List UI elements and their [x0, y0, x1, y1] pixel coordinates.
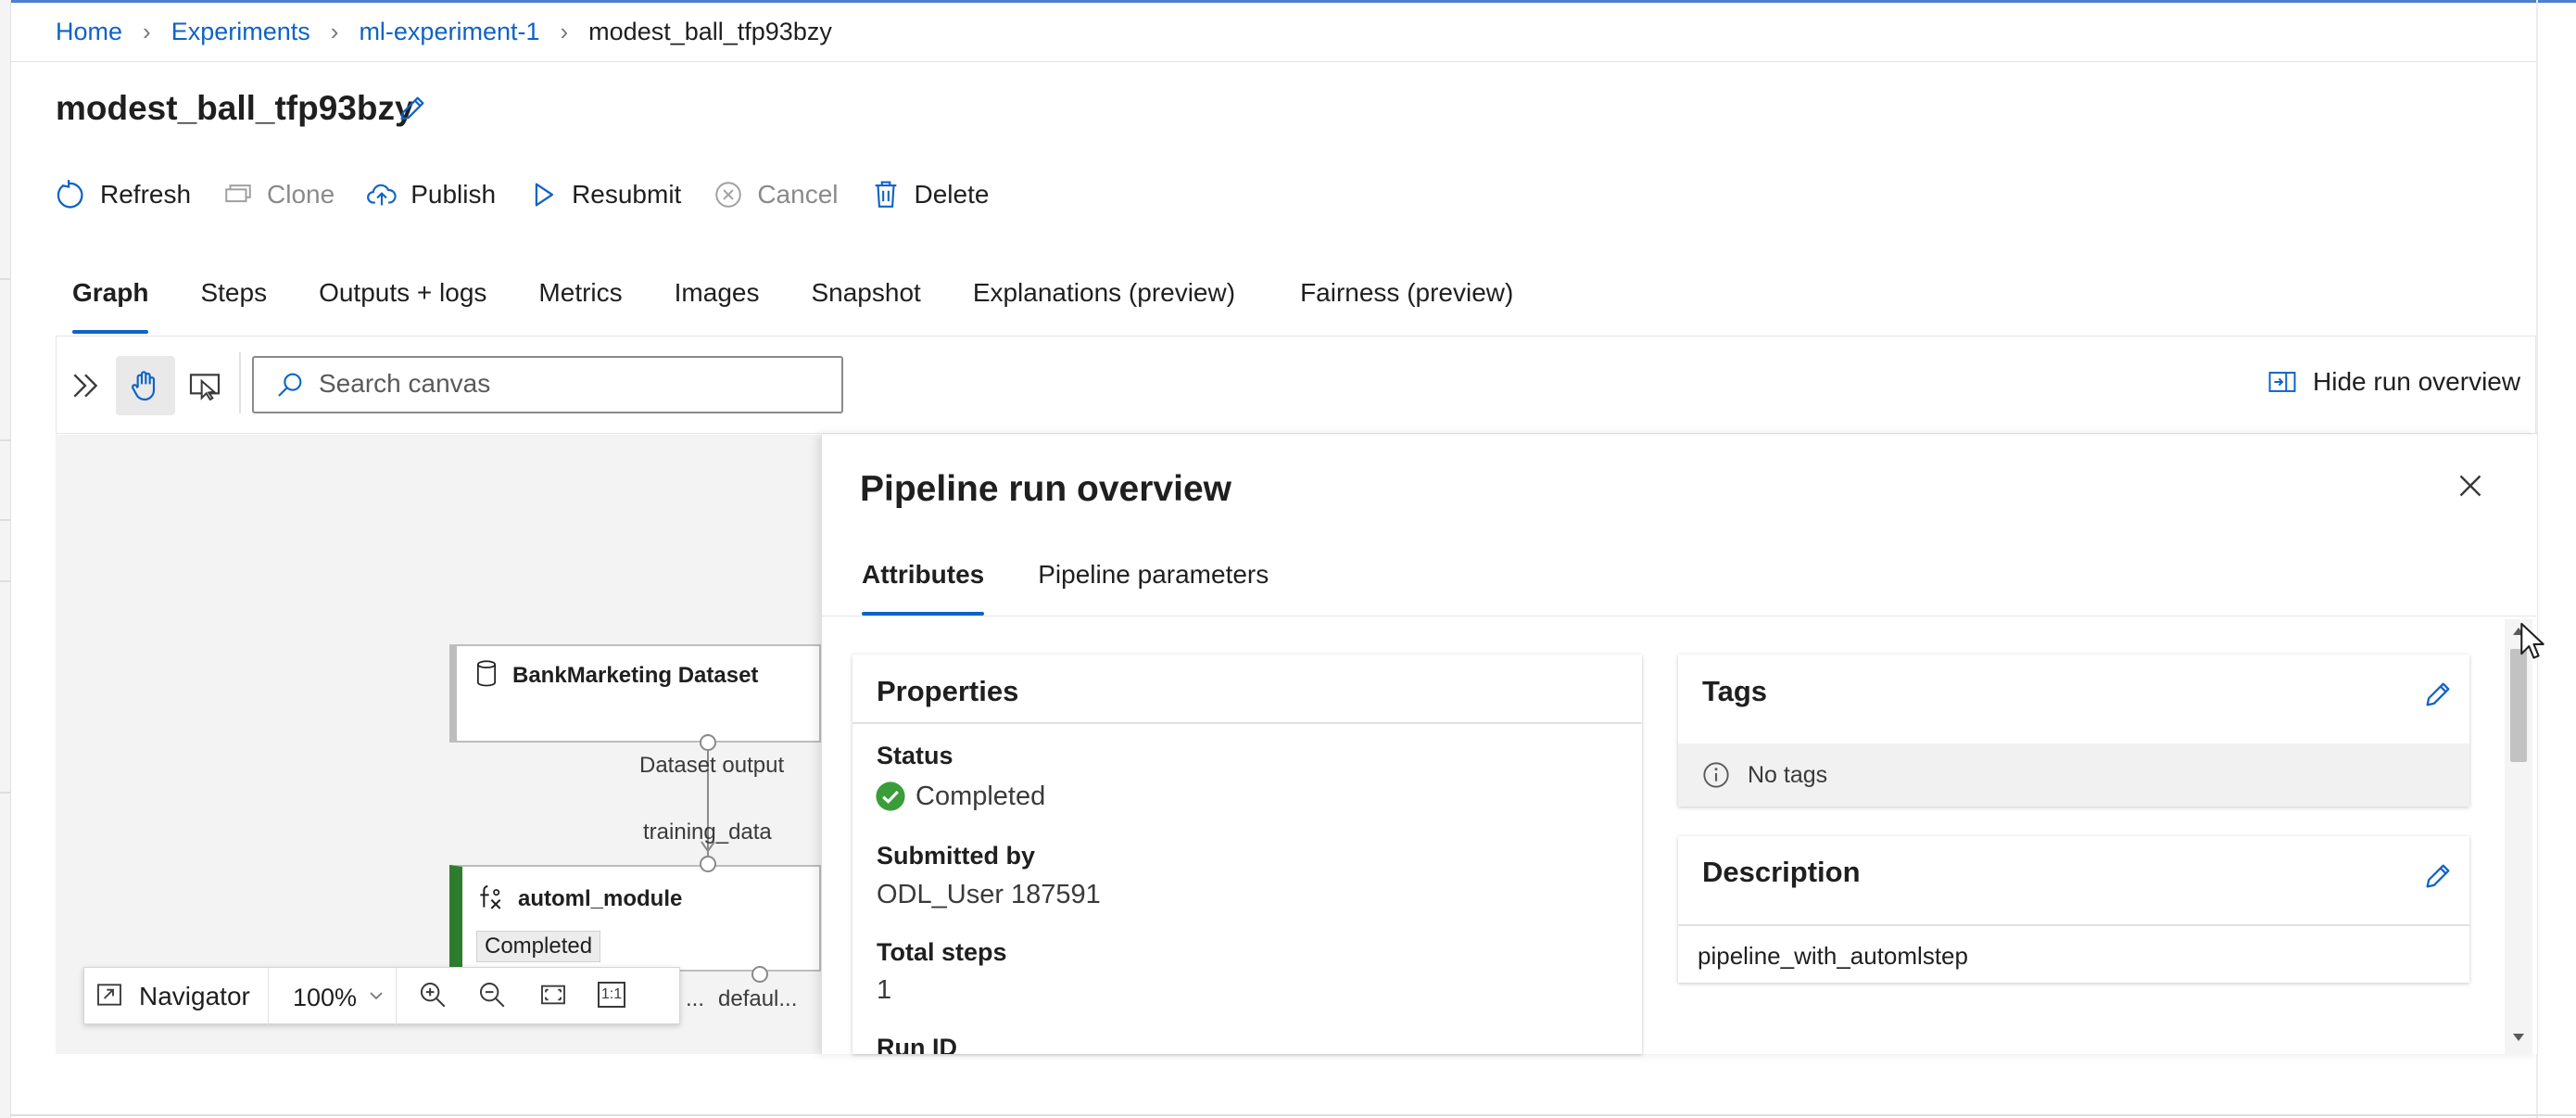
cloud-upload-icon	[367, 184, 397, 206]
cancel-label: Cancel	[757, 180, 839, 209]
tab-images[interactable]: Images	[675, 274, 760, 334]
tab-fairness[interactable]: Fairness (preview)	[1300, 274, 1513, 334]
zoom-level-select[interactable]: 100%	[293, 984, 357, 1012]
panel-scrollbar-thumb[interactable]	[2510, 649, 2527, 762]
trash-icon	[875, 181, 896, 208]
description-header: Description	[1702, 856, 1861, 888]
zoom-out-icon[interactable]	[476, 979, 508, 1010]
fit-to-screen-icon[interactable]	[537, 980, 569, 1010]
run-toolbar: Refresh Clone Publish Resubmit Cancel De…	[56, 174, 1020, 215]
properties-divider	[852, 722, 1642, 724]
submitted-by-value: ODL_User 187591	[877, 880, 1101, 909]
overview-tabs: Attributes Pipeline parameters	[862, 554, 1322, 616]
tab-outputs-logs[interactable]: Outputs + logs	[319, 274, 486, 334]
publish-button[interactable]: Publish	[366, 179, 496, 210]
automl-output-port[interactable]	[751, 966, 768, 983]
total-steps-label: Total steps	[877, 938, 1007, 966]
overview-title: Pipeline run overview	[860, 469, 1231, 509]
close-icon[interactable]	[2454, 469, 2487, 502]
tab-metrics[interactable]: Metrics	[538, 274, 622, 334]
automl-output-label-left: ...	[686, 986, 705, 1011]
clone-icon	[225, 184, 251, 203]
status-value: Completed	[915, 781, 1046, 811]
search-icon	[278, 373, 302, 397]
check-circle-icon	[876, 781, 905, 811]
actual-size-button[interactable]: 1:1	[598, 982, 625, 1008]
bottom-edge	[10, 1114, 2576, 1116]
navigator-label[interactable]: Navigator	[139, 982, 250, 1011]
no-tags-text: No tags	[1748, 762, 1828, 788]
resubmit-label: Resubmit	[572, 180, 682, 209]
breadcrumb-home[interactable]: Home	[56, 18, 122, 46]
play-icon	[535, 183, 554, 207]
automl-output-label-default: defaul...	[718, 986, 798, 1011]
automl-node-title: automl_module	[518, 886, 683, 911]
breadcrumb: Home › Experiments › ml-experiment-1 › m…	[56, 17, 832, 46]
delete-label: Delete	[914, 180, 990, 209]
left-rail	[0, 0, 11, 1118]
mouse-cursor-icon	[2520, 622, 2544, 659]
top-accent-line	[0, 0, 2576, 3]
run-tabs: Graph Steps Outputs + logs Metrics Image…	[72, 274, 1565, 334]
submitted-by-label: Submitted by	[877, 842, 1036, 870]
select-box-icon[interactable]	[186, 367, 223, 404]
zoom-in-icon[interactable]	[417, 979, 448, 1010]
edit-pencil-icon[interactable]	[397, 93, 428, 124]
chevron-right-icon: ›	[560, 17, 569, 45]
publish-label: Publish	[410, 180, 497, 209]
description-value: pipeline_with_automlstep	[1698, 942, 1968, 970]
chevron-down-icon	[370, 992, 383, 1000]
breadcrumb-current-run: modest_ball_tfp93bzy	[588, 17, 832, 45]
edit-tags-pencil-icon[interactable]	[2422, 679, 2454, 710]
cancel-circle-icon	[715, 182, 742, 208]
delete-button[interactable]: Delete	[870, 179, 990, 210]
dataset-node[interactable]	[449, 644, 821, 743]
tags-header: Tags	[1702, 675, 1768, 707]
panel-toggle-icon	[2268, 372, 2296, 392]
training-data-label: training_data	[643, 819, 772, 845]
clone-button[interactable]: Clone	[222, 179, 335, 210]
tab-steps[interactable]: Steps	[200, 274, 267, 334]
breadcrumb-experiment[interactable]: ml-experiment-1	[359, 18, 539, 46]
run-id-label: Run ID	[877, 1034, 957, 1054]
double-chevron-right-icon[interactable]	[67, 367, 104, 404]
total-steps-value: 1	[877, 975, 892, 1005]
tab-explanations[interactable]: Explanations (preview)	[973, 274, 1235, 334]
clone-label: Clone	[267, 180, 335, 209]
database-icon	[477, 660, 496, 687]
automl-status-badge: Completed	[476, 931, 601, 962]
breadcrumb-divider	[10, 61, 2536, 62]
hide-run-overview-button[interactable]: Hide run overview	[2267, 366, 2520, 398]
refresh-label: Refresh	[100, 180, 192, 209]
search-placeholder: Search canvas	[319, 369, 491, 398]
tab-graph[interactable]: Graph	[72, 274, 149, 334]
tab-attributes[interactable]: Attributes	[862, 554, 985, 616]
tab-pipeline-parameters[interactable]: Pipeline parameters	[1038, 554, 1269, 616]
scroll-down-arrow-icon[interactable]	[2511, 1031, 2526, 1044]
hide-run-overview-label: Hide run overview	[2313, 367, 2521, 396]
refresh-icon	[57, 180, 83, 209]
chevron-right-icon: ›	[330, 17, 339, 45]
navigator-icon[interactable]	[95, 980, 124, 1010]
refresh-button[interactable]: Refresh	[56, 179, 191, 210]
breadcrumb-experiments[interactable]: Experiments	[171, 18, 310, 46]
dataset-node-title: BankMarketing Dataset	[512, 663, 759, 688]
hand-icon	[132, 371, 156, 401]
training-data-port[interactable]	[700, 856, 716, 872]
canvas-toolbar-divider	[239, 352, 241, 413]
status-label: Status	[877, 742, 953, 769]
function-icon	[480, 885, 501, 909]
cancel-button[interactable]: Cancel	[713, 179, 839, 210]
properties-header: Properties	[877, 675, 1019, 707]
dataset-output-port[interactable]	[700, 734, 716, 751]
dataset-output-label: Dataset output	[639, 753, 785, 778]
chevron-right-icon: ›	[143, 17, 151, 45]
info-icon	[1703, 762, 1729, 788]
description-divider	[1678, 924, 2469, 926]
tab-snapshot[interactable]: Snapshot	[811, 274, 920, 334]
page-title: modest_ball_tfp93bzy	[56, 89, 414, 127]
edit-description-pencil-icon[interactable]	[2422, 860, 2454, 892]
resubmit-button[interactable]: Resubmit	[527, 179, 681, 210]
